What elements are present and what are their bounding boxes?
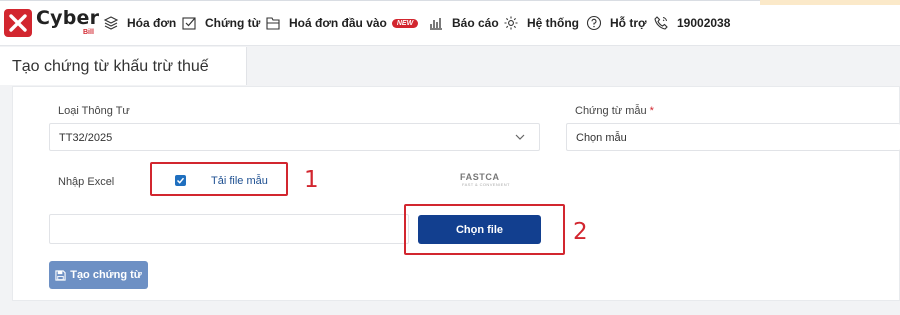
file-path-input[interactable]	[49, 214, 409, 244]
nav-input-invoice-label: Hoá đơn đầu vào	[289, 16, 387, 30]
help-circle-icon	[586, 15, 602, 31]
annotation-number-2: 2	[573, 219, 588, 245]
nav-input-invoice[interactable]: Hoá đơn đầu vào NEW	[265, 14, 419, 32]
circular-type-select[interactable]: TT32/2025	[49, 123, 540, 151]
folder-doc-icon	[266, 17, 280, 30]
fastca-logo-tagline: FAST & CONVENIENT	[462, 182, 510, 187]
nav-voucher[interactable]: Chứng từ	[181, 14, 260, 32]
nav-system[interactable]: Hệ thống	[503, 14, 579, 32]
logo-text: Cyber	[36, 7, 100, 29]
nav-voucher-label: Chứng từ	[205, 16, 261, 30]
create-voucher-label: Tạo chứng từ	[70, 269, 142, 281]
logo-mark-icon	[4, 9, 32, 37]
nav-invoice-label: Hóa đơn	[127, 16, 177, 30]
fastca-logo-name: FASTCA	[460, 172, 500, 182]
import-excel-label: Nhập Excel	[58, 176, 115, 188]
nav-support[interactable]: Hỗ trợ	[586, 14, 647, 32]
nav-support-label: Hỗ trợ	[610, 16, 647, 30]
nav-hotline[interactable]: 19002038	[653, 14, 730, 32]
create-voucher-button[interactable]: Tạo chứng từ	[49, 261, 148, 289]
phone-icon	[654, 16, 668, 30]
template-label-text: Chứng từ mẫu	[575, 105, 647, 117]
gear-icon	[504, 16, 518, 30]
new-badge: NEW	[391, 18, 419, 28]
nav-report[interactable]: Báo cáo	[428, 14, 499, 32]
nav-invoice[interactable]: Hóa đơn	[103, 14, 176, 32]
hotline-number: 19002038	[677, 16, 731, 30]
nav-report-label: Báo cáo	[452, 16, 499, 30]
app-logo[interactable]: Cyber Bill	[4, 7, 99, 39]
nav-system-label: Hệ thống	[527, 16, 579, 30]
page-tab-header: Tạo chứng từ khấu trừ thuế	[0, 47, 247, 85]
chevron-down-icon	[515, 134, 525, 140]
page-title: Tạo chứng từ khấu trừ thuế	[12, 58, 209, 75]
checkbox-doc-icon	[182, 17, 196, 30]
circular-type-value: TT32/2025	[59, 132, 113, 144]
top-border	[0, 0, 900, 5]
top-navbar: Cyber Bill Hóa đơn Chứng từ Hoá đơn đầu …	[0, 0, 900, 46]
template-placeholder: Chọn mẫu	[576, 132, 627, 144]
logo-subtext: Bill	[83, 29, 94, 36]
annotation-box-1	[150, 162, 288, 196]
annotation-box-2	[404, 204, 565, 255]
bar-chart-icon	[430, 18, 442, 30]
circular-type-label: Loại Thông Tư	[58, 105, 130, 117]
save-icon	[55, 269, 66, 281]
annotation-number-1: 1	[304, 167, 319, 193]
fastca-logo: FASTCA FAST & CONVENIENT	[456, 172, 516, 188]
layers-icon	[103, 16, 119, 30]
template-select[interactable]: Chọn mẫu	[566, 123, 900, 151]
template-label: Chứng từ mẫu *	[575, 105, 654, 117]
required-mark: *	[649, 105, 654, 117]
